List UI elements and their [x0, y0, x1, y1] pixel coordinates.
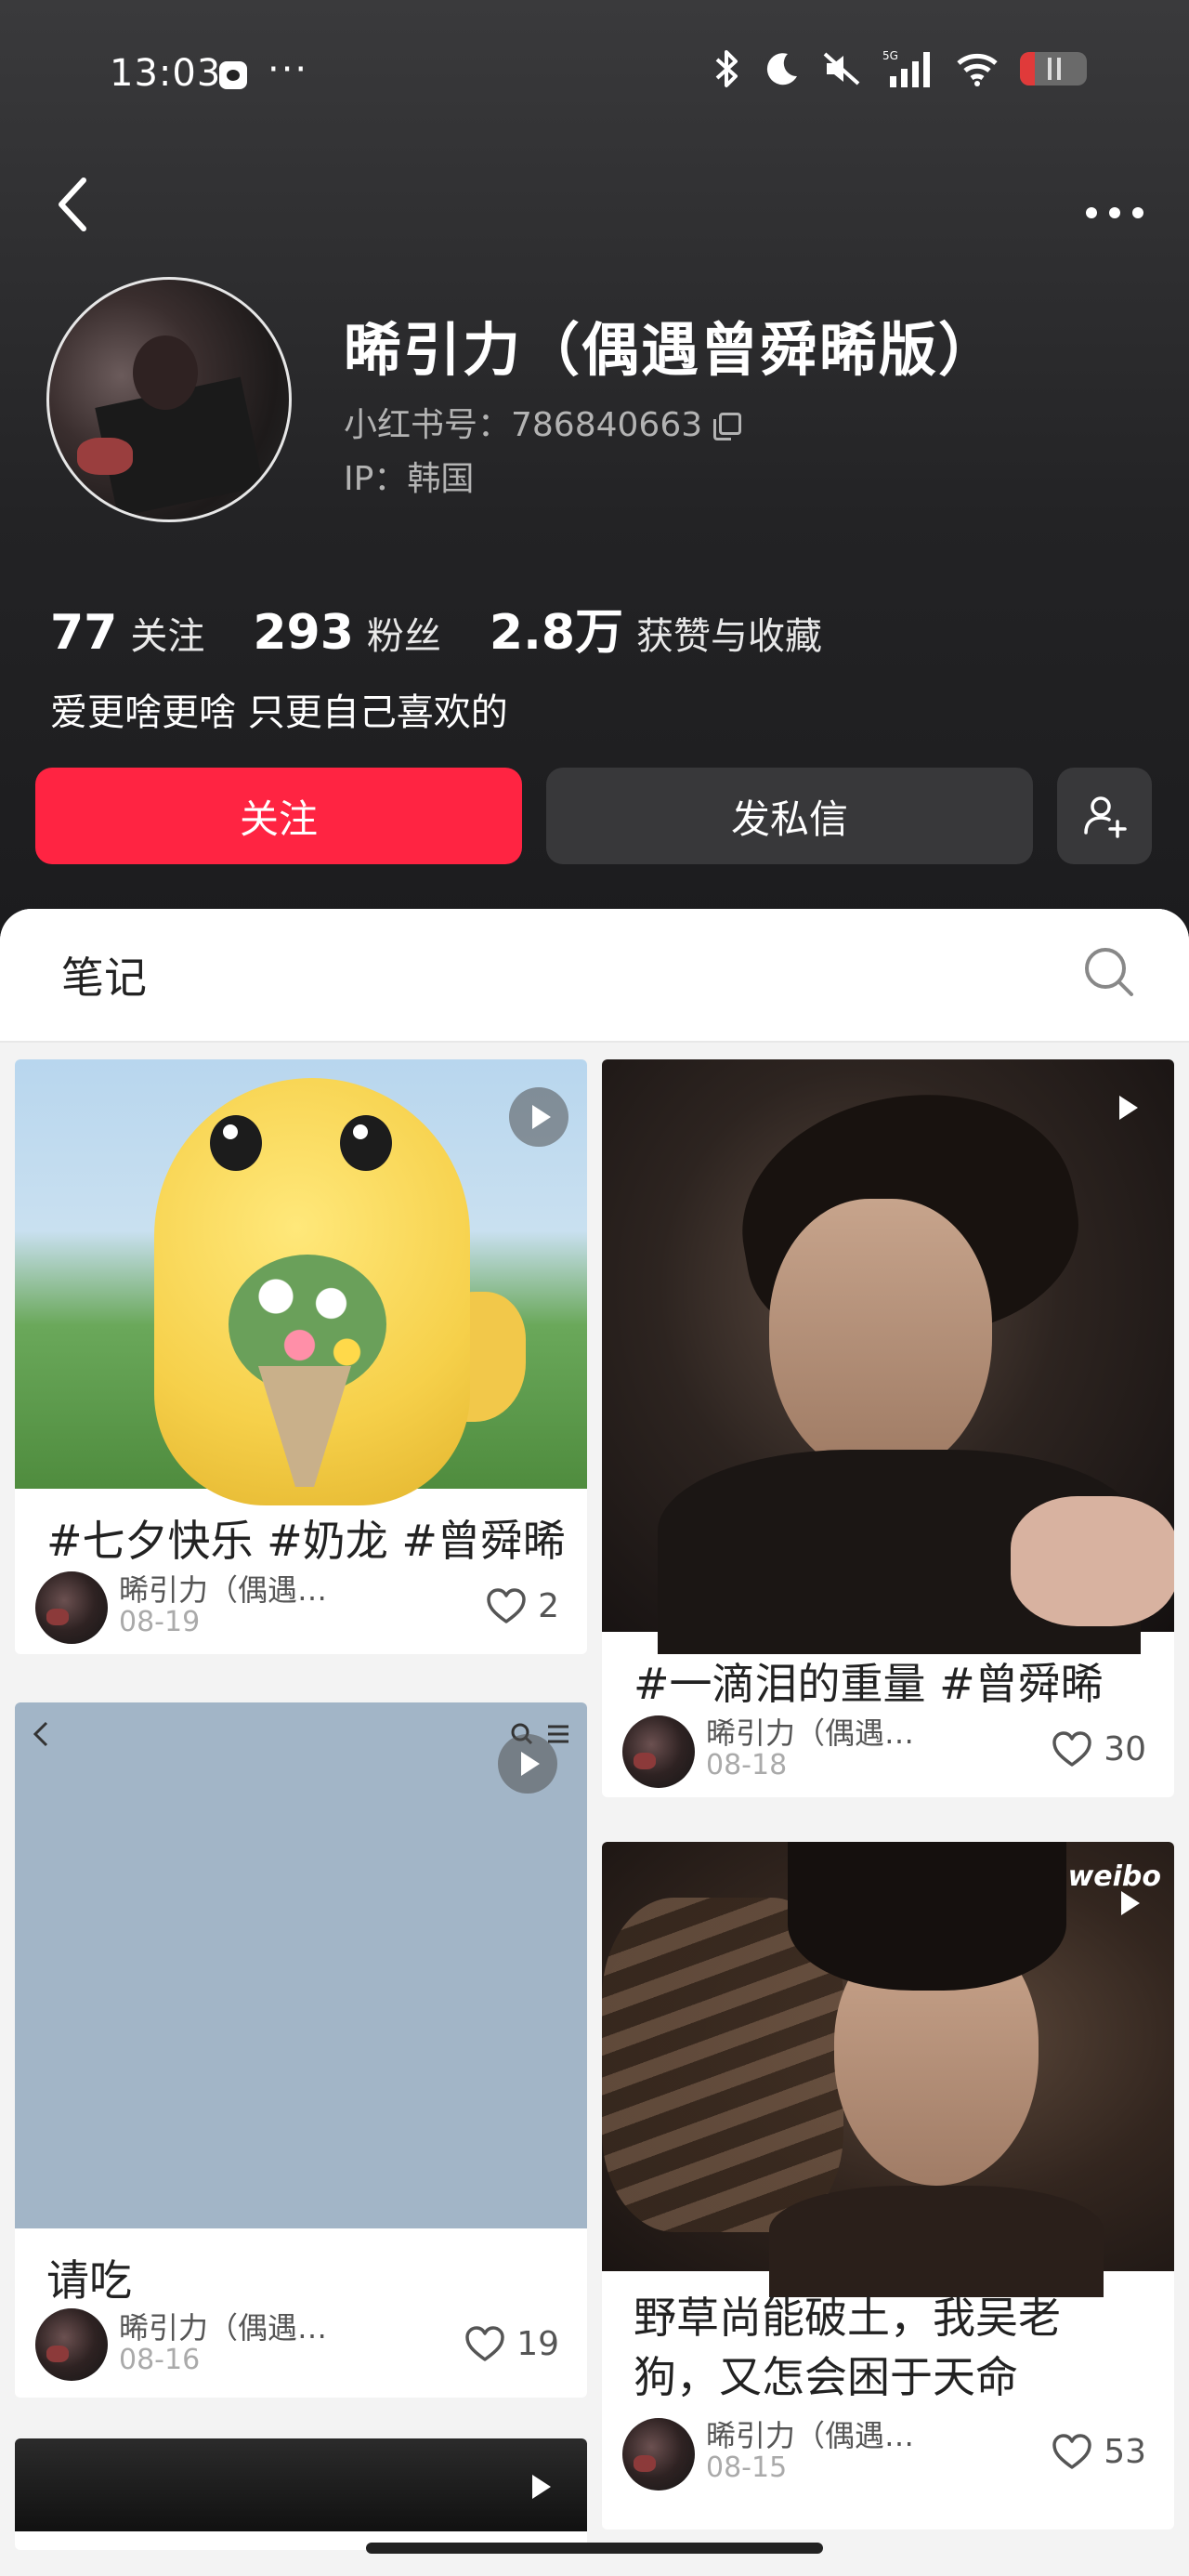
- status-more-dots: ···: [268, 48, 309, 91]
- author-avatar: [35, 2308, 108, 2381]
- chevron-left-icon: [33, 1721, 48, 1747]
- wifi-icon: [955, 50, 1000, 87]
- note-card[interactable]: 请吃 晞引力（偶遇… 08-16 19: [15, 1702, 587, 2398]
- play-icon: [1098, 1873, 1157, 1933]
- note-title: #七夕快乐 #奶龙 #曾舜晞: [46, 1516, 566, 1566]
- tab-notes[interactable]: 笔记: [61, 944, 147, 1005]
- play-icon: [1096, 1078, 1156, 1137]
- profile-id-text: 小红书号：786840663: [344, 406, 703, 444]
- note-author: 晞引力（偶遇…: [119, 2310, 328, 2346]
- moon-icon: [764, 50, 801, 87]
- author-avatar: [622, 1715, 695, 1788]
- chat-notification-icon: [219, 61, 247, 89]
- status-icons: 5G: [710, 48, 1087, 89]
- note-date: 08-19: [119, 1606, 201, 1638]
- follow-button[interactable]: 关注: [35, 768, 522, 864]
- bluetooth-icon: [710, 48, 743, 89]
- like-count: 2: [538, 1587, 559, 1625]
- stat-following-count: 77: [50, 605, 118, 661]
- stat-followers-count: 293: [253, 605, 354, 661]
- note-date: 08-15: [706, 2451, 788, 2484]
- more-dots-icon: [1086, 207, 1143, 218]
- home-indicator[interactable]: [366, 2543, 823, 2554]
- like-button[interactable]: 2: [486, 1587, 559, 1625]
- add-user-icon: [1084, 796, 1127, 838]
- note-title-line-1: 野草尚能破土，我吴老: [634, 2293, 1061, 2343]
- stat-likes-count: 2.8万: [489, 605, 624, 661]
- note-author: 晞引力（偶遇…: [706, 1715, 915, 1751]
- note-thumbnail[interactable]: [602, 1059, 1174, 1654]
- tab-bar: 笔记: [0, 909, 1189, 1043]
- author-avatar: [622, 2418, 695, 2491]
- like-count: 53: [1104, 2433, 1146, 2471]
- stat-following-label: 关注: [130, 615, 205, 658]
- back-button[interactable]: [45, 167, 100, 242]
- status-bar: 13:03 ··· 5G: [0, 0, 1189, 149]
- profile-stats: 77 关注 293 粉丝 2.8万 获赞与收藏: [50, 593, 870, 663]
- stat-following[interactable]: 77 关注: [50, 605, 204, 661]
- play-icon: [509, 2457, 568, 2517]
- like-button[interactable]: 19: [464, 2325, 559, 2363]
- note-card[interactable]: [15, 2438, 587, 2550]
- note-date: 08-16: [119, 2344, 201, 2376]
- note-author: 晞引力（偶遇…: [119, 1572, 328, 1608]
- profile-avatar[interactable]: [46, 277, 292, 522]
- note-title-line-2: 狗，又怎会困于天命: [634, 2352, 1018, 2402]
- note-card[interactable]: weibo 野草尚能破土，我吴老 狗，又怎会困于天命 晞引力（偶遇… 08-15…: [602, 1842, 1174, 2530]
- note-thumbnail[interactable]: [15, 2438, 587, 2531]
- copy-icon[interactable]: [713, 413, 742, 440]
- play-icon: [498, 1734, 557, 1794]
- search-button[interactable]: [1081, 944, 1137, 1000]
- status-time: 13:03: [110, 52, 222, 95]
- notes-panel: 笔记 #七夕快乐 #奶龙 #曾舜晞 晞引力（偶遇… 08-19 2 #一滴泪的重…: [0, 909, 1189, 2576]
- like-count: 19: [516, 2325, 559, 2363]
- note-title: 野草尚能破土，我吴老 狗，又怎会困于天命: [634, 2288, 1061, 2407]
- profile-header: 13:03 ··· 5G 晞引力（偶遇曾舜晞版） 小红书号：786840663 …: [0, 0, 1189, 939]
- stat-followers-label: 粉丝: [366, 615, 441, 658]
- mute-icon: [821, 50, 862, 87]
- profile-id: 小红书号：786840663: [344, 398, 742, 446]
- stat-likes-collects[interactable]: 2.8万 获赞与收藏: [490, 593, 822, 663]
- signal-icon: 5G: [882, 48, 934, 89]
- message-button[interactable]: 发私信: [546, 768, 1033, 864]
- heart-icon: [487, 1587, 526, 1623]
- heart-icon: [465, 2325, 504, 2361]
- heart-icon: [1052, 2433, 1091, 2469]
- like-button[interactable]: 53: [1052, 2433, 1146, 2471]
- like-button[interactable]: 30: [1052, 1730, 1146, 1768]
- profile-ip: IP：韩国: [344, 460, 475, 498]
- note-title: #一滴泪的重量 #曾舜晞: [634, 1659, 1104, 1709]
- chevron-left-icon: [59, 177, 86, 231]
- author-avatar: [35, 1571, 108, 1644]
- battery-icon: [1020, 52, 1087, 85]
- search-icon: [1085, 948, 1133, 996]
- note-thumbnail[interactable]: [15, 1059, 587, 1505]
- note-card[interactable]: #七夕快乐 #奶龙 #曾舜晞 晞引力（偶遇… 08-19 2: [15, 1059, 587, 1654]
- note-author: 晞引力（偶遇…: [706, 2418, 915, 2453]
- svg-text:5G: 5G: [882, 49, 898, 62]
- note-date: 08-18: [706, 1749, 788, 1781]
- note-thumbnail[interactable]: weibo: [602, 1842, 1174, 2297]
- note-title: 请吃: [46, 2255, 132, 2306]
- play-icon: [509, 1087, 568, 1147]
- stat-followers[interactable]: 293 粉丝: [253, 605, 441, 661]
- stat-likes-label: 获赞与收藏: [636, 615, 823, 658]
- like-count: 30: [1104, 1730, 1146, 1768]
- note-thumbnail[interactable]: [15, 1702, 587, 2228]
- more-options-button[interactable]: [1078, 177, 1152, 232]
- add-friend-button[interactable]: [1057, 768, 1152, 864]
- profile-bio: 爱更啥更啥 只更自己喜欢的: [50, 691, 508, 734]
- battery-level: [1020, 52, 1035, 85]
- note-card[interactable]: #一滴泪的重量 #曾舜晞 晞引力（偶遇… 08-18 30: [602, 1059, 1174, 1797]
- heart-icon: [1052, 1730, 1091, 1767]
- profile-name: 晞引力（偶遇曾舜晞版）: [344, 316, 999, 384]
